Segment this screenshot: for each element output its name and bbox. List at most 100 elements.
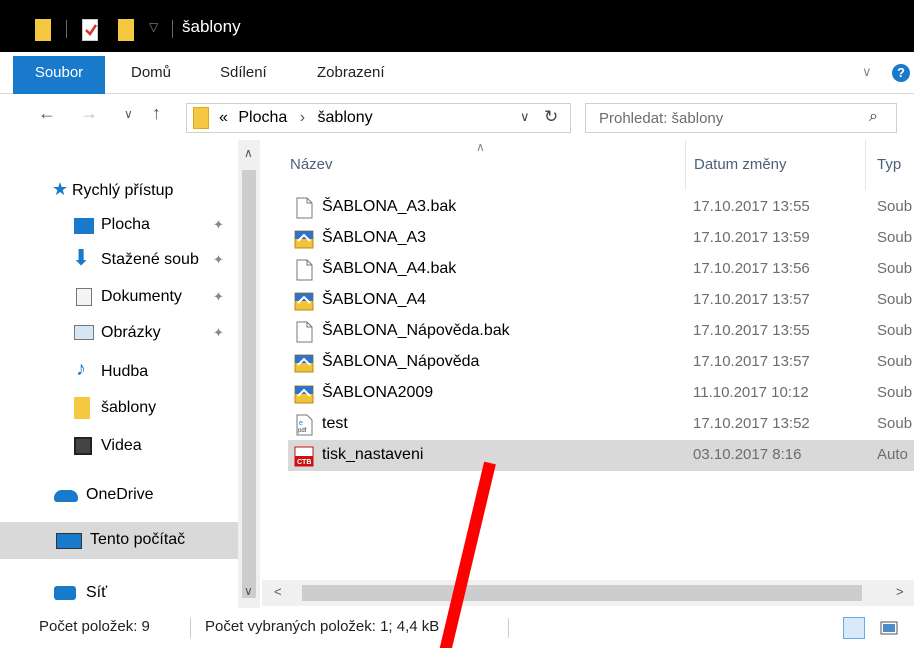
file-row[interactable]: ŠABLONA_A3 17.10.2017 13:59 Soub (288, 223, 914, 254)
file-row[interactable]: ŠABLONA_A4.bak 17.10.2017 13:56 Soub (288, 254, 914, 285)
file-type: Soub (877, 229, 913, 246)
documents-icon (76, 288, 92, 306)
star-icon: ★ (52, 179, 69, 199)
nav-item-dokumenty[interactable]: Dokumenty ✦ (0, 280, 238, 314)
quick-access-dropdown-icon[interactable]: ▽ (149, 20, 158, 34)
column-divider[interactable] (685, 140, 686, 190)
nav-item-stazene[interactable]: ⬇ Stažené soub ✦ (0, 243, 238, 277)
search-icon[interactable]: ⌕ (869, 108, 878, 126)
file-row[interactable]: ŠABLONA_A3.bak 17.10.2017 13:55 Soub (288, 192, 914, 223)
file-row[interactable]: ŠABLONA2009 11.10.2017 10:12 Soub (288, 378, 914, 409)
recent-locations-icon[interactable]: ∨ (124, 107, 133, 121)
refresh-icon[interactable]: ↻ (544, 107, 558, 127)
search-input[interactable]: Prohledat: šablony (599, 110, 723, 127)
tab-domu[interactable]: Domů (131, 64, 171, 81)
window-title: šablony (182, 17, 241, 36)
details-view-icon[interactable] (843, 617, 865, 639)
title-separator (172, 20, 173, 38)
scroll-right-icon[interactable]: > (896, 584, 904, 599)
nav-item-label: Stažené soub (101, 251, 199, 268)
nav-item-label: Rychlý přístup (72, 182, 174, 199)
address-bar[interactable]: « Plocha › šablony ∨ ↻ (186, 103, 571, 133)
nav-item-videa[interactable]: Videa (0, 429, 238, 463)
status-bar: Počet položek: 9 Počet vybraných položek… (0, 608, 914, 648)
column-header-type[interactable]: Typ (877, 156, 901, 173)
blank-file-icon (294, 259, 314, 281)
scroll-thumb[interactable] (242, 170, 256, 598)
file-name: ŠABLONA_Nápověda (322, 353, 480, 370)
file-date: 17.10.2017 13:56 (693, 260, 810, 277)
pin-icon[interactable]: ✦ (213, 252, 224, 268)
nav-item-tento-pocitac[interactable]: Tento počítač (0, 522, 238, 559)
new-folder-icon[interactable] (118, 19, 134, 41)
back-icon[interactable]: ← (38, 103, 56, 124)
column-header-name[interactable]: Název (290, 156, 333, 173)
music-icon: ♪ (76, 358, 86, 380)
sort-ascending-icon: ∧ (476, 140, 485, 154)
up-icon[interactable]: ↑ (152, 103, 161, 124)
file-row[interactable]: ŠABLONA_Nápověda.bak 17.10.2017 13:55 Soub (288, 316, 914, 347)
file-name: ŠABLONA2009 (322, 384, 434, 401)
folder-icon (35, 19, 51, 41)
file-date: 17.10.2017 13:57 (693, 353, 810, 370)
properties-icon[interactable] (82, 19, 98, 41)
nav-item-onedrive[interactable]: OneDrive (0, 478, 238, 512)
nav-scrollbar[interactable]: ∧ ∨ (238, 140, 260, 608)
file-name: test (322, 415, 348, 432)
scroll-thumb[interactable] (302, 585, 862, 601)
file-date: 03.10.2017 8:16 (693, 446, 802, 463)
network-icon (54, 586, 76, 600)
blank-file-icon (294, 321, 314, 343)
address-dropdown-icon[interactable]: ∨ (520, 109, 530, 125)
tab-zobrazeni[interactable]: Zobrazení (317, 64, 385, 81)
help-icon[interactable]: ? (892, 64, 910, 82)
file-row[interactable]: e pdf test 17.10.2017 13:52 Soub (288, 409, 914, 440)
scroll-left-icon[interactable]: < (274, 584, 282, 599)
file-type: Soub (877, 384, 913, 401)
pin-icon[interactable]: ✦ (213, 217, 224, 233)
nav-item-label: OneDrive (86, 486, 154, 503)
nav-item-quick-access[interactable]: ★ Rychlý přístup (0, 174, 238, 208)
breadcrumb-overflow[interactable]: « (219, 109, 228, 126)
template-file-icon (294, 228, 314, 250)
nav-item-hudba[interactable]: ♪ Hudba (0, 355, 238, 389)
breadcrumb-plocha[interactable]: Plocha (238, 109, 287, 126)
nav-item-label: Dokumenty (101, 288, 182, 305)
nav-item-label: šablony (101, 399, 157, 416)
nav-item-obrazky[interactable]: Obrázky ✦ (0, 316, 238, 350)
file-type: Auto (877, 446, 908, 463)
nav-item-label: Hudba (101, 363, 149, 380)
ribbon-expand-icon[interactable]: ∨ (862, 64, 872, 80)
nav-item-label: Tento počítač (90, 531, 186, 548)
tab-sdileni[interactable]: Sdílení (220, 64, 267, 81)
large-icons-view-icon[interactable] (878, 617, 900, 639)
column-divider[interactable] (865, 140, 866, 190)
title-bar: ▽ šablony (0, 0, 914, 52)
scroll-up-icon[interactable]: ∧ (244, 146, 253, 160)
tab-soubor[interactable]: Soubor (13, 56, 105, 94)
pin-icon[interactable]: ✦ (213, 289, 224, 305)
nav-item-plocha[interactable]: Plocha ✦ (0, 208, 238, 242)
scroll-down-icon[interactable]: ∨ (244, 584, 253, 598)
breadcrumb-sablony[interactable]: šablony (318, 109, 373, 126)
file-row[interactable]: ŠABLONA_Nápověda 17.10.2017 13:57 Soub (288, 347, 914, 378)
ribbon-tabs: Soubor Domů Sdílení Zobrazení ∨ ? (0, 52, 914, 94)
file-name: ŠABLONA_A3 (322, 229, 427, 246)
svg-text:e: e (299, 420, 303, 427)
forward-icon[interactable]: → (80, 103, 98, 124)
pin-icon[interactable]: ✦ (213, 325, 224, 341)
file-type: Soub (877, 260, 913, 277)
horizontal-scrollbar[interactable]: < > (262, 580, 914, 606)
search-box[interactable]: Prohledat: šablony ⌕ (585, 103, 897, 133)
template-file-icon (294, 383, 314, 405)
nav-item-label: Plocha (101, 216, 150, 233)
file-date: 17.10.2017 13:59 (693, 229, 810, 246)
file-row[interactable]: ŠABLONA_A4 17.10.2017 13:57 Soub (288, 285, 914, 316)
column-header-date[interactable]: Datum změny (694, 156, 787, 173)
nav-item-sablony[interactable]: šablony (0, 391, 238, 425)
breadcrumb-separator[interactable]: › (300, 109, 305, 126)
file-row[interactable]: CTB tisk_nastaveni 03.10.2017 8:16 Auto (288, 440, 914, 471)
nav-item-sit[interactable]: Síť (0, 576, 238, 610)
template-file-icon (294, 290, 314, 312)
file-date: 17.10.2017 13:55 (693, 198, 810, 215)
